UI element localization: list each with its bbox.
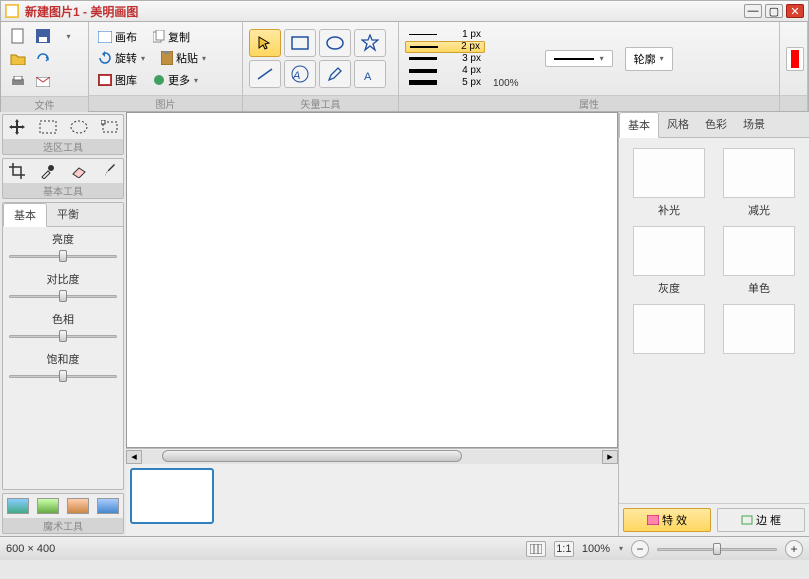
canvas-dimensions: 600 × 400 [6,543,55,555]
zoom-in-button[interactable]: + [785,540,803,558]
fx-monochrome[interactable]: 单色 [719,226,799,296]
tab-basic[interactable]: 基本 [3,203,47,227]
more-icon [153,74,165,86]
line-width-list[interactable]: 1 px 2 px 3 px 4 px 5 px [405,29,485,89]
rotate-icon [98,51,112,65]
border-button[interactable]: 边 框 [717,508,805,532]
fx-extra-1[interactable] [629,304,709,358]
vector-text[interactable]: A [354,60,386,88]
canvas-area: ◂ ▸ [126,112,618,536]
move-selection-tool[interactable] [5,117,29,137]
redo-icon[interactable] [32,49,54,69]
zoom-percent: 100% [582,543,610,555]
window-title: 新建图片1 - 美明画图 [25,3,741,20]
minimize-button[interactable]: — [744,4,762,18]
page-thumbnail[interactable] [130,468,214,524]
svg-text:A: A [364,71,372,83]
scroll-left-arrow[interactable]: ◂ [126,450,142,464]
line-style-picker[interactable]: ▾ [545,50,613,67]
eyedropper-tool[interactable] [36,161,60,181]
eraser-tool[interactable] [67,161,91,181]
tab-balance[interactable]: 平衡 [47,203,89,226]
email-icon[interactable] [32,72,54,92]
vector-pen[interactable] [319,60,351,88]
scroll-right-arrow[interactable]: ▸ [602,450,618,464]
crop-tool[interactable] [5,161,29,181]
contrast-slider[interactable] [9,289,117,303]
copy-icon [153,30,165,44]
brightness-slider[interactable] [9,249,117,263]
file-group-label: 文件 [1,96,88,112]
magic-2[interactable] [37,498,59,514]
fx-grayscale[interactable]: 灰度 [629,226,709,296]
magic-4[interactable] [97,498,119,514]
border-icon [741,515,753,525]
fx-fill-light[interactable]: 补光 [629,148,709,218]
right-tab-style[interactable]: 风格 [659,112,697,137]
image-group-label: 图片 [89,95,242,111]
effects-panel: 基本 风格 色彩 场景 补光 减光 灰度 单色 特 效 边 框 [618,112,809,536]
adjust-panel: 基本 平衡 亮度 对比度 色相 饱和度 [2,202,124,490]
horizontal-scrollbar[interactable]: ◂ ▸ [126,448,618,464]
rotate-button[interactable]: 旋转▾ [95,49,148,67]
vector-ellipse[interactable] [319,29,351,57]
brush-tool[interactable] [98,161,122,181]
props-group-label: 属性 [399,95,779,111]
hue-slider[interactable] [9,329,117,343]
rect-select-tool[interactable] [36,117,60,137]
freeform-select-tool[interactable] [98,117,122,137]
svg-text:A: A [292,70,300,82]
page-thumb-strip [126,464,618,536]
print-icon[interactable] [7,72,29,92]
zoom-slider[interactable] [657,542,777,556]
scroll-thumb[interactable] [162,450,462,462]
effects-button[interactable]: 特 效 [623,508,711,532]
vector-star[interactable] [354,29,386,57]
magic-1[interactable] [7,498,29,514]
canvas[interactable] [126,112,618,448]
right-tab-color[interactable]: 色彩 [697,112,735,137]
canvas-button[interactable]: 画布 [95,28,140,46]
ellipse-select-tool[interactable] [67,117,91,137]
vector-group-label: 矢量工具 [243,95,398,111]
ribbon: ▾ 文件 画布 复制 旋转▾ 粘贴▾ 图库 更多▾ [0,22,809,112]
vector-rect[interactable] [284,29,316,57]
color-swatch[interactable] [786,47,804,71]
grid-toggle[interactable] [526,541,546,557]
ratio-button[interactable]: 1:1 [554,541,574,557]
save-icon[interactable] [32,26,54,46]
effects-icon [647,515,659,525]
outline-button[interactable]: 轮廓▾ [625,47,673,71]
zoom-out-button[interactable]: − [631,540,649,558]
vector-pointer[interactable] [249,29,281,57]
right-tab-scene[interactable]: 场景 [735,112,773,137]
vector-line[interactable] [249,60,281,88]
gallery-button[interactable]: 图库 [95,71,140,89]
right-tab-basic[interactable]: 基本 [619,112,659,138]
paste-button[interactable]: 粘贴▾ [158,49,209,67]
status-bar: 600 × 400 1:1 100%▾ − + [0,536,809,560]
magic-3[interactable] [67,498,89,514]
new-file-icon[interactable] [7,26,29,46]
open-icon[interactable] [7,49,29,69]
selection-tools-panel: 选区工具 [2,114,124,155]
canvas-icon [98,31,112,43]
maximize-button[interactable]: ▢ [765,4,783,18]
close-button[interactable]: ✕ [786,4,804,18]
fx-extra-2[interactable] [719,304,799,358]
gallery-icon [98,74,112,86]
basic-tools-panel: 基本工具 [2,158,124,199]
vector-arttext[interactable]: A [284,60,316,88]
fx-dim-light[interactable]: 减光 [719,148,799,218]
magic-tools-panel: 魔术工具 [2,493,124,534]
app-icon [5,4,19,18]
title-bar: 新建图片1 - 美明画图 — ▢ ✕ [0,0,809,22]
copy-button[interactable]: 复制 [150,28,193,46]
ribbon-zoom-percent: 100% [493,78,519,91]
save-dropdown-icon[interactable]: ▾ [57,26,79,46]
more-button[interactable]: 更多▾ [150,71,201,89]
saturation-slider[interactable] [9,369,117,383]
paste-icon [161,51,173,65]
